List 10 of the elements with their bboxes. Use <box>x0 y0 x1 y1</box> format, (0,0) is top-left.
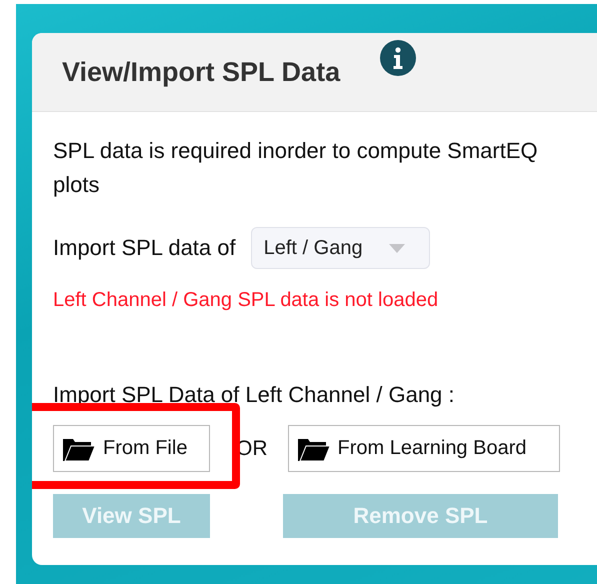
caret-icon <box>388 244 405 252</box>
import-button[interactable]: From Learning Board <box>288 425 560 472</box>
import-button[interactable]: From File <box>53 425 210 472</box>
select-label: Import SPL data of <box>53 235 236 261</box>
info-icon[interactable] <box>380 40 416 76</box>
channel-dropdown[interactable]: Left / Gang <box>250 227 430 269</box>
panel-title: View/Import SPL Data <box>62 57 340 88</box>
import-label: Import SPL Data of Left Channel / Gang : <box>53 382 455 408</box>
description-text: SPL data is required inorder to compute SmartEQ plots <box>53 137 539 199</box>
error-message: Left Channel / Gang SPL data is not loaded <box>53 288 440 312</box>
